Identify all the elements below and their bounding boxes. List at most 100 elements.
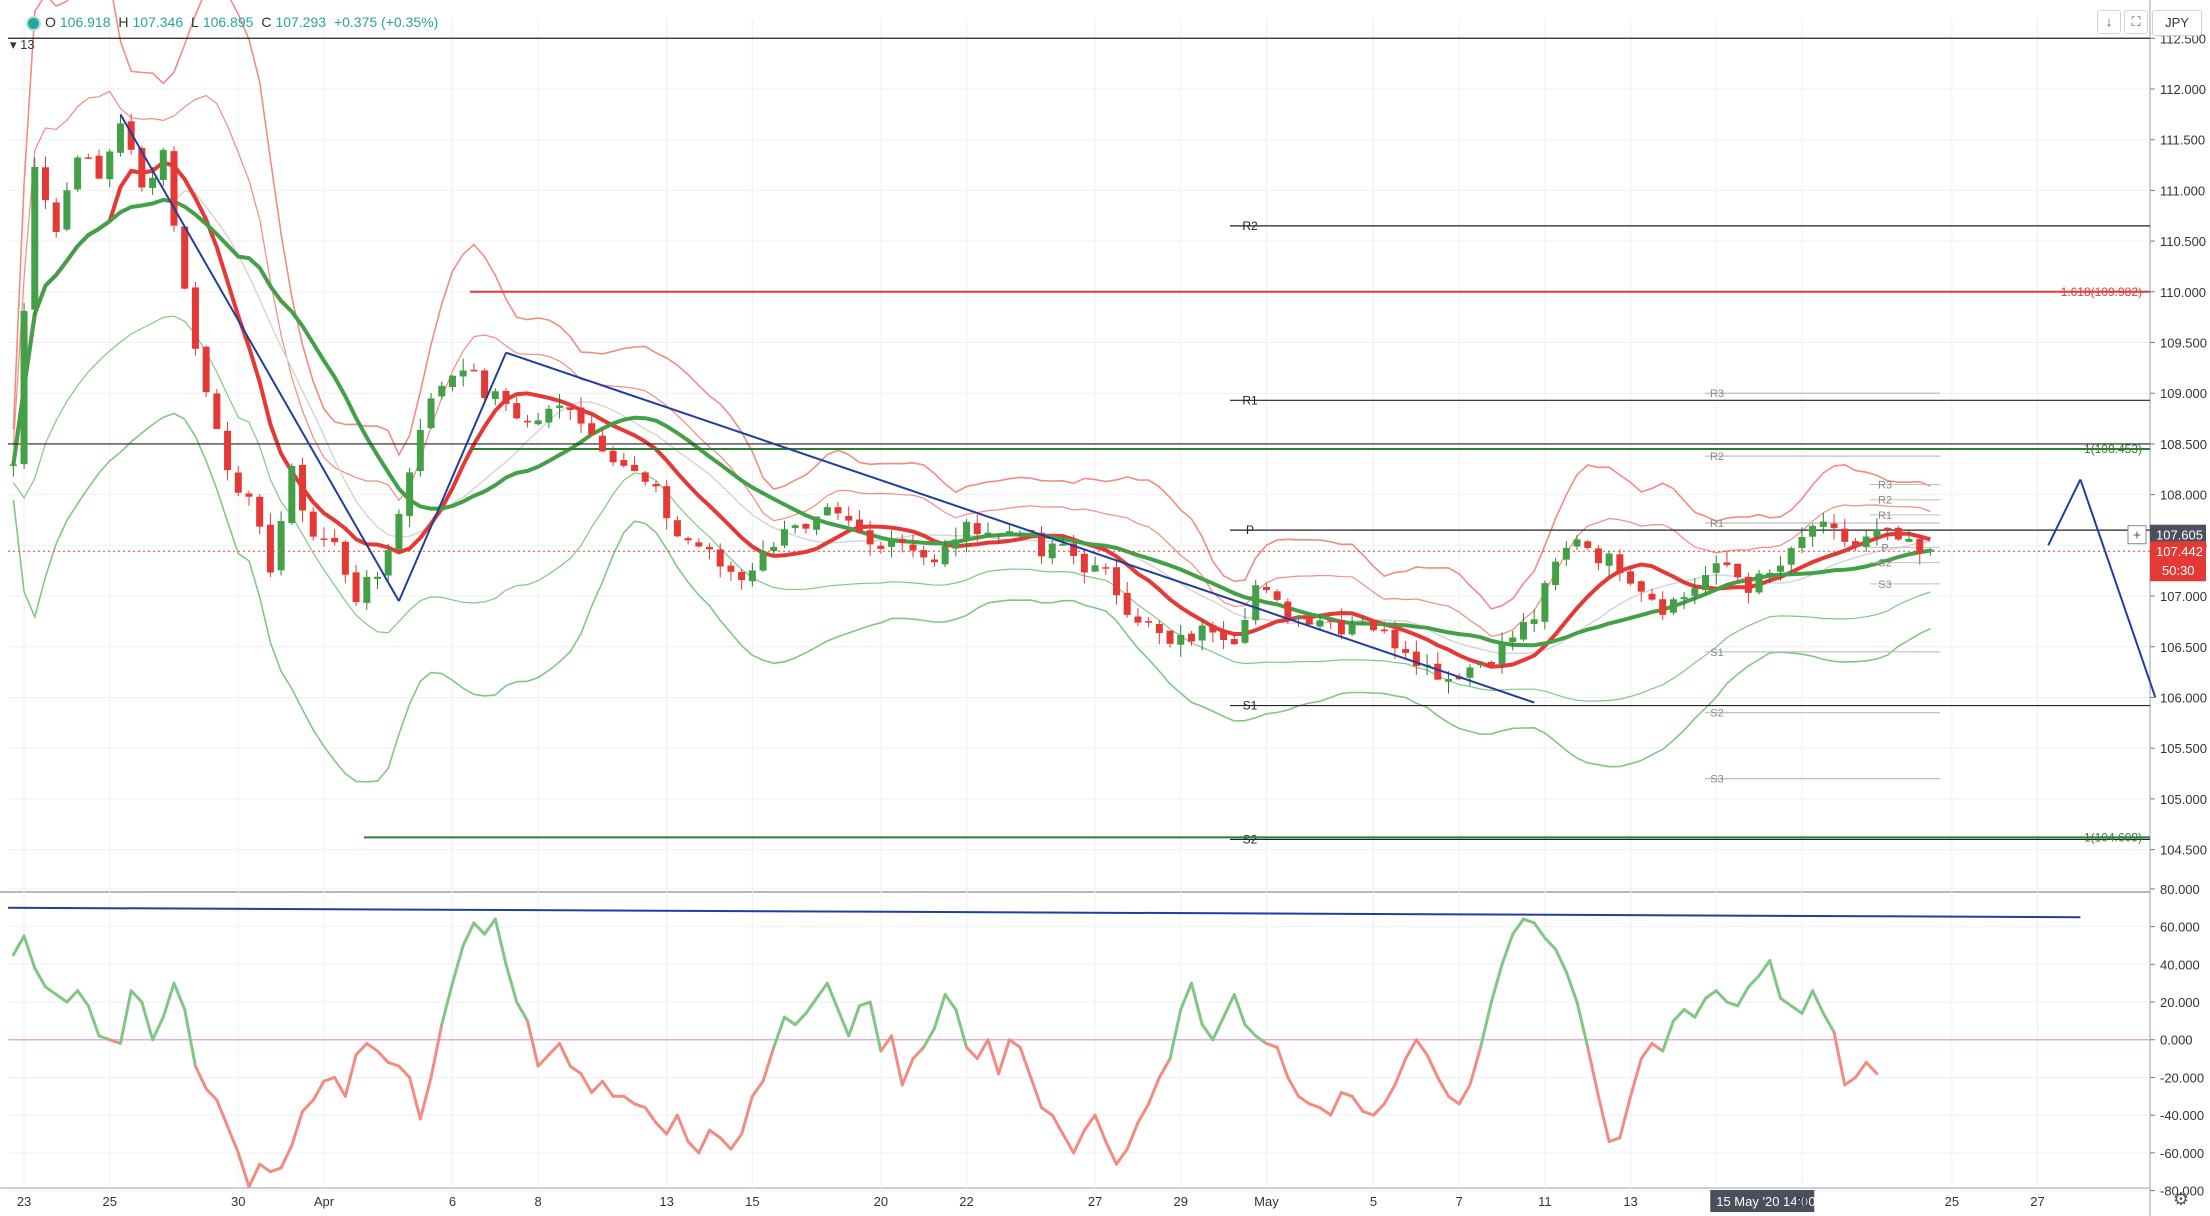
- chart-svg[interactable]: R2 R1 P S1 S2 1.618(109.982) 1(108.453) 1(104.6…: [0, 0, 2210, 1216]
- candle-body: [459, 370, 467, 377]
- candle-body: [1787, 548, 1795, 565]
- y-tick-label: 110.000: [2160, 285, 2206, 300]
- candle-body: [1830, 523, 1838, 529]
- y-tick-label: 111.500: [2160, 133, 2205, 148]
- x-tick-label: 15: [745, 1194, 759, 1209]
- candle-body: [106, 151, 114, 180]
- candle-body: [406, 472, 414, 516]
- candle-body: [823, 507, 831, 516]
- ohlc-legend: O 106.918 H 107.346 L 106.895 C 107.293 +0.3…: [26, 14, 442, 31]
- x-tick-label: 13: [659, 1194, 673, 1209]
- candle-body: [363, 577, 371, 603]
- candle-body: [598, 435, 606, 452]
- candle-body: [149, 177, 157, 188]
- candle-body: [695, 542, 703, 547]
- candle-body: [481, 370, 489, 398]
- candle-body: [1744, 576, 1752, 593]
- settings-gear-icon[interactable]: ⚙: [2170, 1188, 2192, 1210]
- candle-body: [266, 524, 274, 573]
- x-tick-label: 30: [231, 1194, 245, 1209]
- candle-body: [384, 550, 392, 576]
- candle-body: [995, 533, 1003, 536]
- candle-body: [41, 167, 49, 201]
- candle-body: [1648, 593, 1656, 600]
- candle-body: [502, 390, 510, 404]
- candle-body: [299, 464, 307, 511]
- candle-body: [866, 530, 874, 545]
- x-tick-label: 6: [449, 1194, 456, 1209]
- candle-body: [1316, 620, 1324, 627]
- x-tick-label: 25: [1945, 1194, 1959, 1209]
- y-tick-label: 106.000: [2160, 690, 2207, 705]
- candle-body: [202, 346, 210, 393]
- candle-body: [95, 155, 103, 179]
- candle-body: [1262, 587, 1270, 591]
- fullscreen-icon[interactable]: ⛶: [2124, 10, 2148, 34]
- candle-body: [245, 493, 253, 497]
- fib-label: 1(108.453): [2084, 442, 2142, 456]
- candle-body: [9, 464, 17, 466]
- close-value: 107.293: [275, 14, 327, 30]
- high-value: 107.346: [132, 14, 184, 30]
- candle-body: [1295, 616, 1303, 619]
- candle-body: [1241, 620, 1249, 643]
- candle-body: [1519, 622, 1527, 640]
- x-tick-label: 13: [1623, 1194, 1637, 1209]
- currency-button[interactable]: JPY: [2152, 10, 2202, 36]
- candle-body: [920, 550, 928, 558]
- candle-body: [652, 484, 660, 487]
- candle-body: [1359, 621, 1367, 623]
- candle-body: [320, 538, 328, 540]
- candle-body: [1273, 591, 1281, 600]
- candle-body: [513, 403, 521, 419]
- candle-body: [1091, 565, 1099, 572]
- candle-body: [588, 423, 596, 435]
- candle-body: [963, 521, 971, 541]
- y-tick-label: 109.000: [2160, 386, 2207, 401]
- weekly-pivot-label: S3: [1710, 774, 1723, 786]
- candle-body: [534, 420, 542, 425]
- candle-body: [352, 572, 360, 603]
- candle-body: [1123, 592, 1131, 615]
- candle-body: [780, 529, 788, 546]
- pivot-label: R2: [1242, 219, 1258, 233]
- candle-body: [1594, 548, 1602, 564]
- candle-body: [170, 151, 178, 226]
- candle-body: [1187, 633, 1195, 642]
- candle-body: [1894, 527, 1902, 540]
- candle-body: [1252, 585, 1260, 621]
- candle-body: [213, 393, 221, 429]
- x-tick-label: 8: [535, 1194, 542, 1209]
- candle-body: [84, 157, 92, 159]
- candle-body: [684, 538, 692, 541]
- daily-pivot-label: R2: [1878, 495, 1892, 507]
- candle-body: [416, 429, 424, 472]
- osc-tick-label: 20.000: [2160, 995, 2200, 1010]
- candle-body: [52, 202, 60, 233]
- candle-body: [63, 190, 71, 230]
- candle-body: [448, 375, 456, 388]
- candle-body: [545, 408, 553, 423]
- candle-body: [1102, 567, 1110, 569]
- crosshair-plus-icon: +: [2133, 527, 2141, 543]
- candle-body: [1391, 629, 1399, 649]
- candle-body: [877, 545, 885, 549]
- candle-body: [1680, 597, 1688, 600]
- candle-body: [277, 521, 285, 571]
- y-tick-label: 105.500: [2160, 741, 2207, 756]
- x-tick-label: May: [1254, 1194, 1279, 1209]
- candle-body: [984, 532, 992, 535]
- candle-body: [1134, 616, 1142, 623]
- candle-body: [1177, 634, 1185, 645]
- symbol-dot[interactable]: [26, 15, 41, 31]
- candle-body: [1627, 571, 1635, 584]
- x-tick-label: 25: [103, 1194, 117, 1209]
- scroll-down-icon[interactable]: ↓: [2097, 10, 2121, 34]
- candle-body: [1659, 599, 1667, 615]
- daily-pivot-label: S3: [1878, 579, 1891, 591]
- candle-body: [566, 407, 574, 411]
- candle-body: [1444, 678, 1452, 682]
- candle-body: [855, 519, 863, 533]
- candle-body: [1220, 631, 1228, 640]
- candle-body: [1284, 601, 1292, 618]
